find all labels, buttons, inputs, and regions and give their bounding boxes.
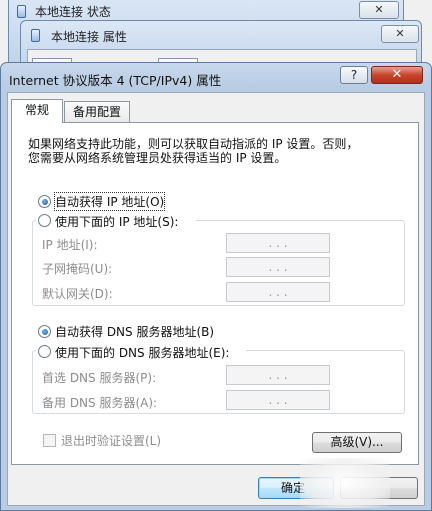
- properties-window-close-button[interactable]: ✕: [381, 25, 419, 43]
- manual-ip-label[interactable]: 使用下面的 IP 地址(S):: [55, 213, 178, 230]
- validate-on-exit-checkbox[interactable]: [43, 434, 56, 447]
- tab-general[interactable]: 常规: [11, 99, 63, 123]
- obscured-region: [300, 458, 390, 508]
- ip-address-value: . . .: [268, 236, 288, 250]
- preferred-dns-value: . . .: [268, 368, 288, 382]
- ip-address-input[interactable]: . . .: [226, 233, 330, 253]
- advanced-button[interactable]: 高级(V)...: [312, 432, 402, 453]
- status-window-title: 本地连接 状态: [35, 5, 111, 19]
- validate-on-exit-label[interactable]: 退出时验证设置(L): [61, 432, 161, 449]
- radio-manual-ip[interactable]: [38, 214, 51, 227]
- tab-alternate-config[interactable]: 备用配置: [64, 101, 130, 123]
- default-gateway-value: . . .: [268, 285, 288, 299]
- network-adapter-icon: [31, 29, 40, 42]
- description-line-1: 如果网络支持此功能，则可以获取自动指派的 IP 设置。否则，: [28, 137, 359, 151]
- manual-dns-label[interactable]: 使用下面的 DNS 服务器地址(E):: [55, 344, 229, 361]
- alternate-dns-label: 备用 DNS 服务器(A):: [42, 396, 158, 410]
- subnet-mask-value: . . .: [268, 260, 288, 274]
- alternate-dns-value: . . .: [268, 393, 288, 407]
- radio-auto-dns[interactable]: [38, 325, 51, 338]
- help-button[interactable]: ?: [340, 66, 368, 84]
- close-button[interactable]: ✕: [371, 66, 423, 84]
- auto-ip-label[interactable]: 自动获得 IP 地址(O): [53, 192, 166, 211]
- ip-address-label: IP 地址(I):: [42, 238, 98, 252]
- radio-auto-ip[interactable]: [38, 195, 51, 208]
- properties-window-title: 本地连接 属性: [51, 30, 127, 44]
- alternate-dns-input[interactable]: . . .: [226, 390, 330, 410]
- dialog-title: Internet 协议版本 4 (TCP/IPv4) 属性: [9, 73, 222, 88]
- default-gateway-label: 默认网关(D):: [42, 287, 113, 301]
- preferred-dns-input[interactable]: . . .: [226, 365, 330, 385]
- subnet-mask-input[interactable]: . . .: [226, 257, 330, 277]
- default-gateway-input[interactable]: . . .: [226, 282, 330, 302]
- description-line-2: 您需要从网络系统管理员处获得适当的 IP 设置。: [28, 151, 287, 165]
- auto-dns-label[interactable]: 自动获得 DNS 服务器地址(B): [55, 323, 214, 340]
- subnet-mask-label: 子网掩码(U):: [42, 262, 113, 276]
- network-connection-icon: [17, 5, 26, 18]
- radio-manual-dns[interactable]: [38, 345, 51, 358]
- status-window-close-button[interactable]: ✕: [359, 1, 399, 19]
- preferred-dns-label: 首选 DNS 服务器(P):: [42, 371, 157, 385]
